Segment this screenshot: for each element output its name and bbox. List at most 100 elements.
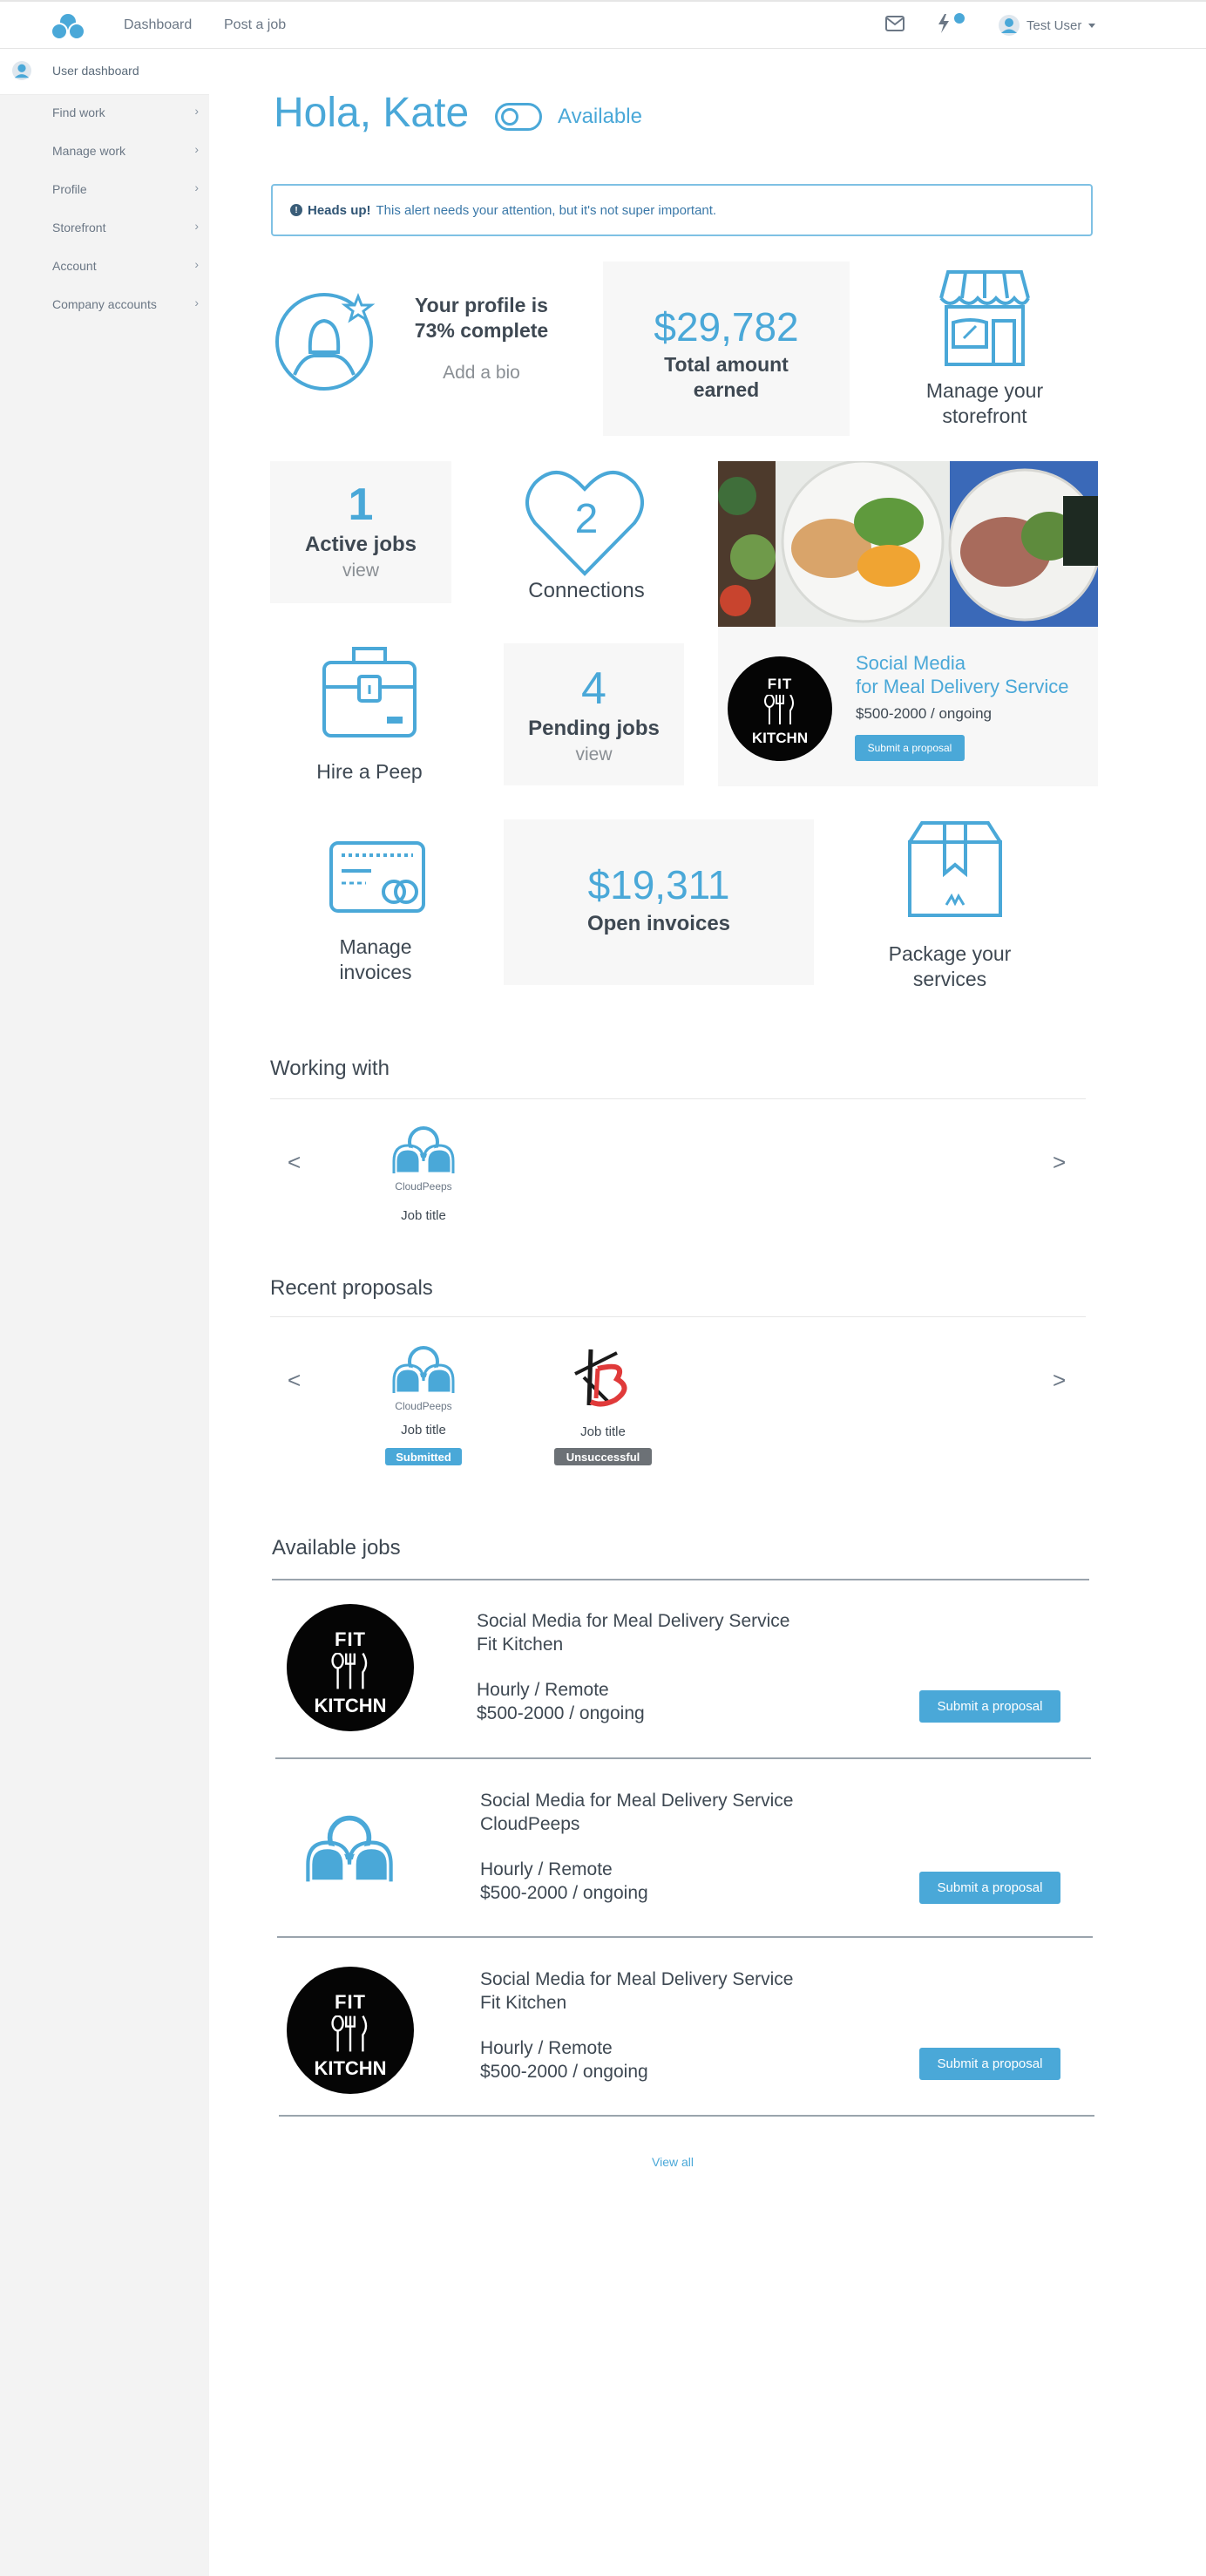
job-title[interactable]: Social Media for Meal Delivery Service [480,1968,793,1991]
divider [279,2115,1094,2117]
storefront-icon[interactable] [936,268,1033,368]
job-title[interactable]: Social Media for Meal Delivery Service [480,1789,793,1812]
working-with-job-title[interactable]: Job title [354,1208,493,1223]
featured-job-price: $500-2000 / ongoing [856,705,992,722]
manage-invoices-card[interactable]: Manage invoices [296,935,455,985]
user-menu[interactable]: Test User [999,13,1096,37]
job-price: $500-2000 / ongoing [477,1703,645,1723]
manage-storefront-card[interactable]: Manage your storefront [898,378,1072,429]
briefcase-icon[interactable] [321,643,418,741]
chevron-right-icon: › [194,219,199,233]
total-earned-card[interactable]: $29,782 Total amount earned [603,262,850,436]
sidebar-item-account[interactable]: Account › [0,249,209,284]
proposals-prev-arrow[interactable]: < [288,1367,301,1394]
sidebar-item-company-accounts[interactable]: Company accounts › [0,288,209,323]
alert-text: This alert needs your attention, but it'… [376,202,717,218]
proposal-job-title[interactable]: Job title [533,1424,673,1439]
view-all-jobs-link[interactable]: View all [586,2155,760,2169]
profile-line-2: 73% complete [414,319,549,342]
user-dashboard-icon [12,61,31,80]
connections-card[interactable]: 2 Connections [504,467,669,607]
available-jobs-heading: Available jobs [272,1536,401,1560]
job-type: Hourly / Remote [480,2038,613,2058]
chevron-right-icon: › [194,142,199,156]
chevron-right-icon: › [194,180,199,194]
package-line-1: Package your [888,942,1012,965]
sidebar-item-label: Account [52,259,97,273]
kb-logo-icon [574,1349,627,1407]
sidebar-item-find-work[interactable]: Find work › [0,96,209,131]
divider [277,1936,1093,1938]
job-title[interactable]: Social Media for Meal Delivery Service [477,1609,789,1633]
divider [270,1098,1086,1099]
submit-proposal-button[interactable]: Submit a proposal [919,2048,1060,2080]
pending-jobs-card[interactable]: 4 Pending jobs view [504,643,684,785]
chevron-right-icon: › [194,257,199,271]
working-with-prev-arrow[interactable]: < [288,1149,301,1176]
cutlery-icon [764,695,794,724]
active-jobs-card[interactable]: 1 Active jobs view [270,461,451,603]
working-with-next-arrow[interactable]: > [1053,1149,1066,1176]
sidebar: User dashboard Find work › Manage work ›… [0,50,209,2576]
logo-text-bottom: KITCHN [751,730,809,746]
availability-toggle[interactable] [495,103,542,131]
connections-label: Connections [528,579,645,602]
profile-completion-card[interactable]: Your profile is 73% complete Add a bio [383,293,579,384]
alert-strong: Heads up! [308,202,371,218]
invoices-line-2: invoices [339,961,412,983]
submit-proposal-button[interactable]: Submit a proposal [919,1690,1060,1723]
submit-proposal-button[interactable]: Submit a proposal [919,1872,1060,1904]
open-invoices-card[interactable]: $19,311 Open invoices [504,819,814,985]
earned-line-1: Total amount [664,353,789,376]
cutlery-icon [331,1653,368,1689]
toggle-knob [501,108,518,126]
job-company: Fit Kitchen [477,1635,564,1655]
credit-card-icon[interactable] [329,841,425,913]
proposal-job-title[interactable]: Job title [354,1423,493,1438]
earned-amount: $29,782 [654,304,799,350]
chevron-right-icon: › [194,296,199,309]
profile-line-1: Your profile is [415,294,548,316]
package-services-card[interactable]: Package your services [863,941,1037,992]
mail-icon[interactable] [885,16,904,31]
nav-post-a-job[interactable]: Post a job [224,17,286,33]
hire-a-peep-card[interactable]: Hire a Peep [282,760,457,784]
working-with-heading: Working with [270,1057,390,1080]
job-type: Hourly / Remote [477,1680,609,1700]
open-invoices-amount: $19,311 [587,862,730,907]
logo-text-bottom: KITCHN [314,1695,387,1716]
cloudpeeps-logo-icon [392,1346,455,1395]
pending-jobs-view-link[interactable]: view [504,744,684,765]
sidebar-item-label: Manage work [52,144,126,158]
featured-job-title-2[interactable]: for Meal Delivery Service [856,675,1069,698]
active-jobs-view-link[interactable]: view [270,561,451,581]
nav-dashboard[interactable]: Dashboard [124,17,192,33]
featured-submit-proposal-button[interactable]: Submit a proposal [855,735,965,761]
status-badge-unsuccessful: Unsuccessful [554,1448,652,1465]
active-jobs-label: Active jobs [304,533,417,556]
open-invoices-label: Open invoices [586,912,731,935]
cutlery-icon [331,2015,368,2052]
pending-jobs-label: Pending jobs [528,717,660,740]
add-bio-link[interactable]: Add a bio [383,363,579,384]
hire-label: Hire a Peep [316,760,423,783]
divider [272,1579,1089,1580]
logo-text-top: FIT [335,1991,366,2013]
package-icon[interactable] [906,819,1004,919]
featured-job-card[interactable]: FIT KITCHN Social Media for Meal Deliver… [718,627,1098,786]
fit-kitchen-logo: FIT KITCHN [728,656,832,761]
proposals-next-arrow[interactable]: > [1053,1367,1066,1394]
user-name: Test User [1026,17,1082,33]
notifications-icon[interactable] [936,12,965,35]
job-price: $500-2000 / ongoing [480,1883,648,1903]
earned-line-2: earned [693,378,760,401]
sidebar-item-profile[interactable]: Profile › [0,173,209,207]
featured-job-title-1[interactable]: Social Media [856,651,965,675]
divider [270,1316,1086,1317]
featured-food-photo [718,461,1098,627]
user-avatar-icon [999,15,1020,36]
sidebar-header[interactable]: User dashboard [0,50,209,95]
sidebar-item-manage-work[interactable]: Manage work › [0,134,209,169]
cloudpeeps-logo-icon[interactable] [49,10,87,42]
sidebar-item-storefront[interactable]: Storefront › [0,211,209,246]
